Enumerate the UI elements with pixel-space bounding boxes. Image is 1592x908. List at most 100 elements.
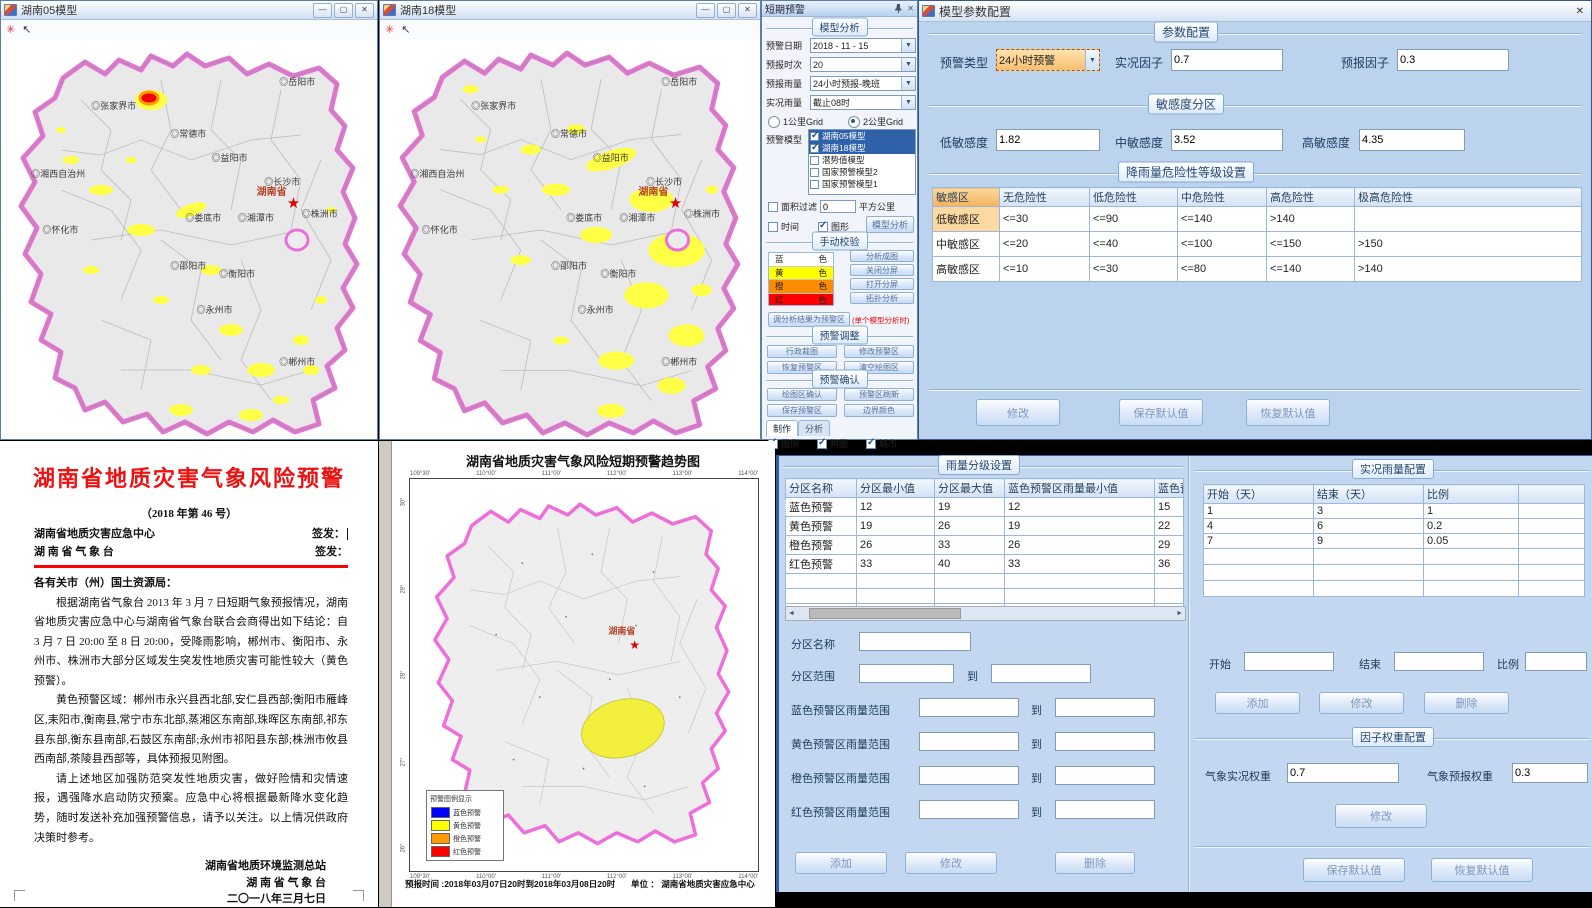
color-level-row[interactable]: 蓝色 [769, 253, 833, 267]
yellow-range-min-input[interactable] [919, 732, 1019, 751]
table-row[interactable]: 460.2 [1204, 519, 1585, 534]
col-header[interactable]: 分区最小值 [857, 479, 935, 498]
model-checkbox[interactable] [810, 132, 819, 141]
select-region-icon[interactable]: ✳ [385, 23, 394, 36]
table-row[interactable]: 131 [1204, 504, 1585, 519]
warnzone-refresh-button[interactable]: 预警区刷新 [844, 388, 914, 401]
table-row[interactable]: 红色预警33 403336 [786, 555, 1184, 574]
time-check[interactable]: 时间 [768, 220, 799, 233]
minimize-icon[interactable]: — [313, 3, 332, 18]
manual-button[interactable]: 分析成图 [850, 250, 914, 262]
zone-range-max-input[interactable] [991, 664, 1091, 683]
pointer-icon[interactable]: ↖ [22, 23, 31, 36]
mid-sens-input[interactable] [1171, 129, 1283, 151]
close-icon[interactable]: ✕ [738, 3, 757, 18]
hazard-table[interactable]: 敏感区 无危险性 低危险性 中危险性 高危险性 极高危险性 低敏感区<=30 <… [932, 187, 1582, 282]
live-factor-input[interactable] [1171, 49, 1283, 71]
border-color-button[interactable]: 边界颜色 [844, 404, 914, 417]
color-level-row[interactable]: 红色 [769, 294, 833, 307]
col-header[interactable]: 结束（天） [1314, 485, 1424, 504]
model-list-item[interactable]: 湖南05模型 [809, 130, 915, 142]
red-range-max-input[interactable] [1055, 800, 1155, 819]
dialog-titlebar[interactable]: 模型参数配置 ✕ [919, 1, 1591, 22]
scroll-thumb[interactable] [809, 608, 961, 619]
grid-radio-1km[interactable]: 1公里Grid [768, 115, 823, 128]
live-weight-input[interactable] [1287, 763, 1399, 783]
close-icon[interactable]: ✕ [355, 3, 374, 18]
high-sens-input[interactable] [1359, 129, 1465, 151]
color-level-table[interactable]: 蓝色 黄色 橙色 红色 [768, 252, 834, 306]
modify-weight-button[interactable]: 修改 [1335, 804, 1427, 828]
model-list-item[interactable]: 潜势值模型 [809, 154, 915, 166]
window-titlebar[interactable]: 湖南18模型 — ▢ ✕ [380, 1, 760, 20]
tab-make[interactable]: 制作 [766, 420, 798, 436]
window-edge-strip[interactable] [379, 441, 392, 907]
pointer-icon[interactable]: ↖ [401, 23, 410, 36]
col-header[interactable]: 比例 [1424, 485, 1519, 504]
model-analyze-button[interactable]: 模型分析 [866, 216, 914, 233]
live-rain-combo[interactable]: 截止08时▼ [810, 95, 916, 110]
save-default-button[interactable]: 保存默认值 [1119, 399, 1203, 426]
chevron-down-icon[interactable]: ▼ [901, 58, 915, 71]
fc-factor-input[interactable] [1397, 49, 1509, 71]
color-level-row[interactable]: 黄色 [769, 267, 833, 281]
model-checkbox[interactable] [810, 144, 819, 153]
start-input[interactable] [1244, 652, 1334, 671]
scroll-right-arrow-icon[interactable]: ► [1176, 610, 1183, 617]
table-row[interactable]: 橙色预警26 332629 [786, 536, 1184, 555]
add-button[interactable]: 添加 [1215, 692, 1300, 714]
col-header[interactable]: 高危险性 [1267, 188, 1355, 207]
manual-button[interactable]: 打开分屏 [850, 278, 914, 290]
model-checkbox[interactable] [810, 156, 819, 165]
col-header[interactable]: 蓝色预 [1155, 479, 1184, 498]
table-row[interactable]: 高敏感区<=10 <=30<=80 <=140>140 [933, 257, 1582, 282]
low-sens-input[interactable] [996, 129, 1100, 151]
rain-grading-table[interactable]: 分区名称 分区最小值 分区最大值 蓝色预警区雨量最小值 蓝色预 蓝色预警12 1… [785, 478, 1184, 619]
col-header[interactable]: 开始（天） [1204, 485, 1314, 504]
table-row[interactable]: 中敏感区<=20 <=40<=100 <=150>150 [933, 232, 1582, 257]
ratio-input[interactable] [1525, 652, 1587, 671]
add-button[interactable]: 添加 [795, 852, 887, 874]
restore-icon[interactable]: ▢ [334, 3, 353, 18]
restore-default-button[interactable]: 恢复默认值 [1431, 858, 1533, 882]
warn-date-combo[interactable]: 2018 - 11 - 15▼ [810, 38, 916, 53]
grid-radio-2km[interactable]: 2公里Grid [848, 115, 903, 128]
col-header[interactable]: 中危险性 [1178, 188, 1267, 207]
blue-range-min-input[interactable] [919, 698, 1019, 717]
area-filter-input[interactable] [820, 200, 856, 213]
zone-range-min-input[interactable] [859, 664, 954, 683]
delete-button[interactable]: 删除 [1055, 852, 1135, 874]
chevron-down-icon[interactable]: ▼ [1085, 50, 1099, 70]
zone-name-input[interactable] [859, 632, 971, 651]
area-filter-checkbox[interactable] [768, 202, 778, 212]
map-canvas-hunan18[interactable]: ◎张家界市◎岳阳市◎常德市◎益阳市◎湘西自治州◎长沙市◎湘潭市◎株洲市◎娄底市◎… [380, 39, 760, 439]
save-default-button[interactable]: 保存默认值 [1303, 858, 1405, 882]
warning-model-listbox[interactable]: 湖南05模型 湖南18模型 潜势值模型 国家预警模型2 [808, 129, 916, 195]
forecast-rain-combo[interactable]: 24小时预报-晚班▼ [810, 76, 916, 91]
chevron-down-icon[interactable]: ▼ [901, 77, 915, 90]
fc-weight-input[interactable] [1512, 763, 1588, 783]
graph-checkbox[interactable] [818, 222, 828, 232]
restore-icon[interactable]: ▢ [717, 3, 736, 18]
restore-default-button[interactable]: 恢复默认值 [1246, 399, 1330, 426]
model-checkbox[interactable] [810, 180, 819, 189]
red-range-min-input[interactable] [919, 800, 1019, 819]
model-list-item[interactable]: 湖南18模型 [809, 142, 915, 154]
end-input[interactable] [1394, 652, 1484, 671]
delete-button[interactable]: 删除 [1424, 692, 1509, 714]
time-checkbox[interactable] [768, 222, 778, 232]
col-header[interactable]: 分区名称 [786, 479, 857, 498]
blue-range-max-input[interactable] [1055, 698, 1155, 717]
actual-rain-table[interactable]: 开始（天） 结束（天） 比例 131 460.2 790.05 [1203, 484, 1585, 597]
col-header[interactable]: 敏感区 [933, 188, 1000, 207]
table-row[interactable]: 黄色预警19 261922 [786, 517, 1184, 536]
chevron-down-icon[interactable]: ▼ [901, 39, 915, 52]
orange-range-min-input[interactable] [919, 766, 1019, 785]
map-canvas-hunan05[interactable]: ◎张家界市◎岳阳市◎常德市◎益阳市◎湘西自治州◎长沙市◎湘潭市◎株洲市◎娄底市◎… [1, 39, 377, 439]
col-header[interactable]: 低危险性 [1090, 188, 1178, 207]
warn-type-combo[interactable]: 24小时预警 ▼ [996, 49, 1100, 71]
col-header[interactable]: 极高危险性 [1355, 188, 1582, 207]
layer-check[interactable]: 城市 [866, 437, 897, 450]
h-scrollbar[interactable]: ◄ ► [785, 606, 1186, 621]
close-icon[interactable]: ✕ [907, 4, 914, 13]
